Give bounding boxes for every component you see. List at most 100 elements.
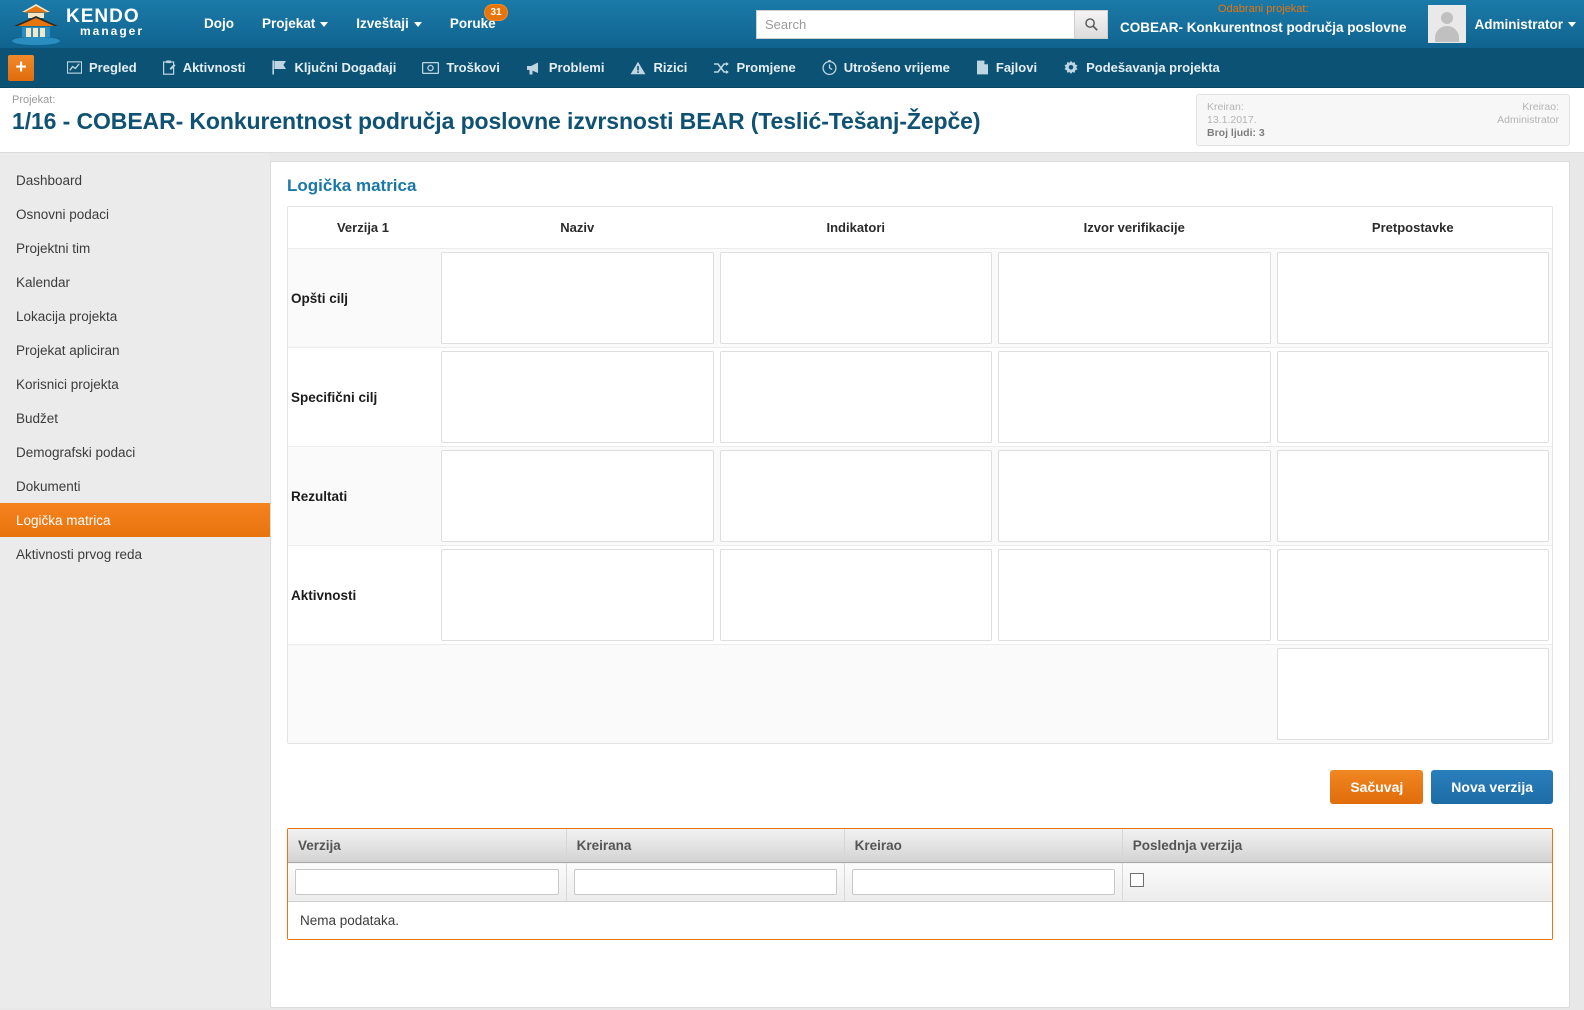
- brand-logo[interactable]: KENDO manager: [8, 0, 176, 48]
- matrix-cell-input[interactable]: [441, 351, 714, 443]
- sidebar-item-budzet[interactable]: Budžet: [0, 401, 270, 435]
- avatar: [1428, 5, 1467, 43]
- messages-badge: 31: [484, 4, 508, 21]
- sidebar-item-projektni-tim[interactable]: Projektni tim: [0, 231, 270, 265]
- filter-cell-kreirao: [844, 862, 1123, 902]
- secondary-nav: + Pregled Aktivnosti Ključni Događaji Tr…: [0, 48, 1584, 88]
- filter-input-verzija[interactable]: [295, 869, 559, 895]
- matrix-col-verzija: Verzija 1: [288, 207, 438, 249]
- matrix-cell-input[interactable]: [1276, 450, 1549, 542]
- sidebar-item-dokumenti[interactable]: Dokumenti: [0, 469, 270, 503]
- new-version-button[interactable]: Nova verzija: [1431, 770, 1553, 804]
- flag-icon: [271, 60, 288, 75]
- nav-projekat[interactable]: Projekat: [248, 0, 342, 48]
- subnav-item-pregled[interactable]: Pregled: [54, 48, 150, 88]
- body-wrapper: Dashboard Osnovni podaci Projektni tim K…: [0, 153, 1584, 1008]
- subnav-item-podesavanja-projekta[interactable]: Podešavanja projekta: [1050, 48, 1233, 88]
- versions-filter-row: [288, 862, 1552, 902]
- subnav-label: Fajlovi: [995, 60, 1038, 75]
- sidebar-item-korisnici-projekta[interactable]: Korisnici projekta: [0, 367, 270, 401]
- sidebar-item-kalendar[interactable]: Kalendar: [0, 265, 270, 299]
- add-button[interactable]: +: [8, 54, 34, 81]
- matrix-row-label: Opšti cilj: [288, 248, 438, 348]
- nav-izvestaji[interactable]: Izveštaji: [342, 0, 436, 48]
- versions-col-verzija[interactable]: Verzija: [288, 829, 567, 863]
- sidebar-item-aktivnosti-prvog-reda[interactable]: Aktivnosti prvog reda: [0, 537, 270, 571]
- subnav-item-aktivnosti[interactable]: Aktivnosti: [150, 48, 259, 88]
- filter-checkbox-poslednja-verzija[interactable]: [1129, 872, 1144, 887]
- versions-col-poslednja-verzija[interactable]: Poslednja verzija: [1122, 829, 1552, 863]
- selected-project-name: COBEAR- Konkurentnost područja poslovne: [1120, 19, 1407, 35]
- matrix-cell-input[interactable]: [719, 450, 992, 542]
- matrix-cell-indikatori: [716, 248, 995, 348]
- people-count: Broj ljudi: 3: [1207, 127, 1265, 139]
- subnav-item-rizici[interactable]: Rizici: [617, 48, 700, 88]
- matrix-cell-input[interactable]: [719, 351, 992, 443]
- selected-project[interactable]: Odabrani projekat: COBEAR- Konkurentnost…: [1120, 0, 1407, 48]
- matrix-cell-placeholder: [720, 648, 993, 740]
- nav-dojo[interactable]: Dojo: [190, 0, 248, 48]
- sidebar-item-projekat-apliciran[interactable]: Projekat apliciran: [0, 333, 270, 367]
- matrix-cell-indikatori: [716, 644, 995, 743]
- versions-col-kreirana[interactable]: Kreirana: [566, 829, 845, 863]
- nav-poruke[interactable]: Poruke 31: [436, 0, 510, 48]
- matrix-col-indikatori: Indikatori: [716, 207, 995, 249]
- matrix-cell-naziv: [438, 545, 717, 645]
- search-input[interactable]: [756, 10, 1074, 39]
- matrix-cell-input[interactable]: [998, 252, 1271, 344]
- subnav-item-promjene[interactable]: Promjene: [700, 48, 808, 88]
- matrix-cell-input[interactable]: [441, 450, 714, 542]
- matrix-row-label: Rezultati: [288, 446, 438, 546]
- matrix-cell-placeholder: [998, 648, 1271, 740]
- filter-cell-verzija: [288, 862, 567, 902]
- matrix-cell-input[interactable]: [1276, 351, 1549, 443]
- created-value: 13.1.2017.: [1207, 114, 1257, 126]
- file-icon: [976, 60, 989, 75]
- sidebar-item-label: Dokumenti: [16, 478, 81, 494]
- matrix-cell-input[interactable]: [1276, 252, 1549, 344]
- user-menu[interactable]: Administrator: [1428, 0, 1576, 48]
- subnav-item-utroseno-vrijeme[interactable]: Utrošeno vrijeme: [809, 48, 963, 88]
- subnav-item-problemi[interactable]: Problemi: [513, 48, 618, 88]
- save-button[interactable]: Sačuvaj: [1330, 770, 1424, 804]
- versions-col-kreirao[interactable]: Kreirao: [844, 829, 1123, 863]
- author-value: Administrator: [1497, 114, 1559, 126]
- search-button[interactable]: [1074, 10, 1108, 39]
- subnav-item-troskovi[interactable]: Troškovi: [409, 48, 512, 88]
- sidebar-item-demografski-podaci[interactable]: Demografski podaci: [0, 435, 270, 469]
- sidebar-item-dashboard[interactable]: Dashboard: [0, 163, 270, 197]
- sidebar-item-logicka-matrica[interactable]: Logička matrica: [0, 503, 281, 537]
- matrix-cell-input[interactable]: [998, 351, 1271, 443]
- top-bar: KENDO manager Dojo Projekat Izveštaji Po…: [0, 0, 1584, 48]
- matrix-cell-pretpostavke: [1273, 644, 1552, 743]
- project-header: Projekat: 1/16 - COBEAR- Konkurentnost p…: [0, 88, 1584, 153]
- matrix-cell-input[interactable]: [719, 252, 992, 344]
- matrix-col-naziv: Naziv: [438, 207, 717, 249]
- sidebar-item-label: Osnovni podaci: [16, 206, 110, 222]
- versions-empty-message: Nema podataka.: [288, 902, 1552, 939]
- matrix-cell-input[interactable]: [998, 450, 1271, 542]
- matrix-cell-input[interactable]: [1276, 549, 1549, 641]
- versions-header-row: Verzija Kreirana Kreirao Poslednja verzi…: [288, 829, 1552, 863]
- matrix-cell-input[interactable]: [441, 549, 714, 641]
- matrix-header-row: Verzija 1 Naziv Indikatori Izvor verifik…: [288, 207, 1552, 249]
- matrix-cell-izvor: [995, 545, 1274, 645]
- sidebar-item-osnovni-podaci[interactable]: Osnovni podaci: [0, 197, 270, 231]
- matrix-cell-input[interactable]: [998, 549, 1271, 641]
- project-info-box: Kreiran: Kreirao: 13.1.2017. Administrat…: [1196, 94, 1570, 146]
- filter-input-kreirana[interactable]: [573, 869, 837, 895]
- matrix-col-izvor-verifikacije: Izvor verifikacije: [995, 207, 1274, 249]
- matrix-cell-izvor: [995, 644, 1274, 743]
- matrix-row: [288, 644, 1552, 743]
- subnav-item-fajlovi[interactable]: Fajlovi: [963, 48, 1050, 88]
- logical-matrix: Verzija 1 Naziv Indikatori Izvor verifik…: [287, 206, 1553, 744]
- matrix-cell-input[interactable]: [719, 549, 992, 641]
- gear-icon: [1063, 60, 1079, 76]
- sidebar-item-lokacija-projekta[interactable]: Lokacija projekta: [0, 299, 270, 333]
- matrix-cell-izvor: [995, 347, 1274, 447]
- matrix-cell-input[interactable]: [1276, 648, 1549, 740]
- matrix-cell-input[interactable]: [441, 252, 714, 344]
- versions-grid: Verzija Kreirana Kreirao Poslednja verzi…: [287, 828, 1553, 940]
- filter-input-kreirao[interactable]: [851, 869, 1115, 895]
- subnav-item-kljucni-dogadaji[interactable]: Ključni Događaji: [259, 48, 410, 88]
